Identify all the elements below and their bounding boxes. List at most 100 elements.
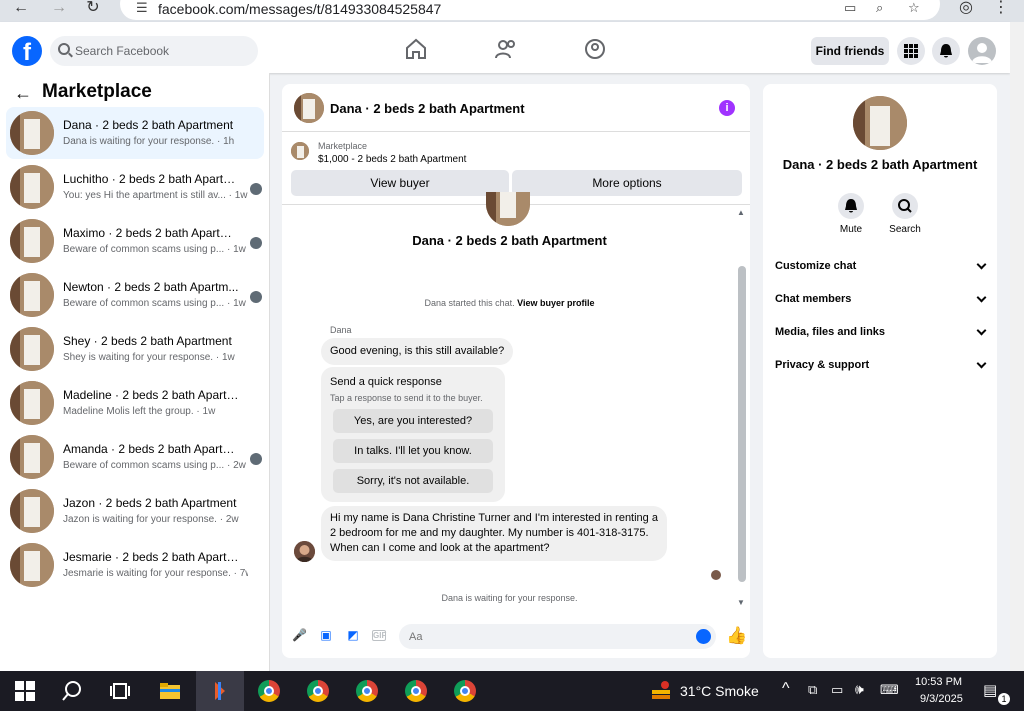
message-composer: 🎤 ▣ ◩ GIF 👍 xyxy=(282,614,750,658)
microphone-icon[interactable]: 🎤 xyxy=(292,628,307,642)
taskbar-search-icon[interactable] xyxy=(61,680,83,702)
file-explorer-icon[interactable] xyxy=(159,680,181,702)
mute-label: Mute xyxy=(839,224,863,235)
home-icon[interactable] xyxy=(404,38,428,60)
quick-reply-button[interactable]: In talks. I'll let you know. xyxy=(333,439,493,463)
message-input[interactable] xyxy=(399,624,716,649)
conversation-name: Amanda · 2 beds 2 bath Apartm... xyxy=(63,442,239,456)
conversation-item[interactable]: Amanda · 2 beds 2 bath Apartm... Beware o… xyxy=(6,431,264,483)
friends-icon[interactable] xyxy=(494,38,518,60)
search-icon xyxy=(58,43,70,55)
chat-members-row[interactable]: Chat members xyxy=(775,291,987,311)
conversation-item[interactable]: Shey · 2 beds 2 bath Apartment Shey is wa… xyxy=(6,323,264,375)
message-text: Hi my name is Dana Christine Turner and … xyxy=(330,512,658,554)
account-avatar[interactable] xyxy=(968,37,996,65)
meet-now-icon[interactable]: ⧉ xyxy=(808,682,817,698)
like-icon[interactable]: 👍 xyxy=(726,627,747,645)
search-label: Search xyxy=(889,224,921,235)
quick-reply-button[interactable]: Sorry, it's not available. xyxy=(333,469,493,493)
conversation-preview: Beware of common scams using p... · 1w xyxy=(63,244,246,255)
find-friends-button[interactable]: Find friends xyxy=(811,37,889,65)
info-icon[interactable]: i xyxy=(719,100,735,116)
chevron-up-icon[interactable]: ^ xyxy=(782,680,790,698)
search-input[interactable]: Search Facebook xyxy=(75,44,169,58)
privacy-support-row[interactable]: Privacy & support xyxy=(775,357,987,377)
notification-center-icon[interactable]: ▤ xyxy=(983,681,997,699)
chrome-icon[interactable] xyxy=(307,680,329,702)
chrome-icon[interactable] xyxy=(454,680,476,702)
mute-bell-icon[interactable] xyxy=(838,193,864,219)
message-bubble: Hi my name is Dana Christine Turner and … xyxy=(321,506,667,561)
row-label: Customize chat xyxy=(775,260,857,272)
emoji-icon[interactable] xyxy=(696,629,711,644)
clock-time[interactable]: 10:53 PM xyxy=(915,676,962,688)
clock-date[interactable]: 9/3/2025 xyxy=(920,693,963,705)
conversation-item[interactable]: Jazon · 2 beds 2 bath Apartment Jazon is … xyxy=(6,485,264,537)
groups-icon[interactable] xyxy=(583,38,607,60)
media-files-row[interactable]: Media, files and links xyxy=(775,324,987,344)
details-name: Dana · 2 beds 2 bath Apartment xyxy=(782,157,978,172)
chrome-icon[interactable] xyxy=(405,680,427,702)
conversation-avatar xyxy=(10,219,54,263)
customize-chat-row[interactable]: Customize chat xyxy=(775,258,987,278)
back-icon[interactable]: ← xyxy=(10,0,32,18)
scroll-down-arrow[interactable]: ▼ xyxy=(737,598,745,607)
conversation-item[interactable]: Dana · 2 beds 2 bath Apartment Dana is wa… xyxy=(6,107,264,159)
app-icon[interactable] xyxy=(209,680,231,702)
keyboard-icon[interactable]: ⌨ xyxy=(880,682,899,698)
url-text: facebook.com/messages/t/814933084525847 xyxy=(158,1,442,17)
listing-title[interactable]: $1,000 - 2 beds 2 bath Apartment xyxy=(318,154,466,165)
network-icon[interactable]: ▭ xyxy=(831,682,843,698)
view-buyer-profile-link[interactable]: View buyer profile xyxy=(517,298,594,308)
zoom-icon[interactable]: ⌕ xyxy=(876,0,883,16)
more-options-button[interactable]: More options xyxy=(512,170,742,196)
chevron-down-icon xyxy=(976,325,987,336)
task-view-icon[interactable] xyxy=(109,680,131,702)
conversation-item[interactable]: Madeline · 2 beds 2 bath Apartment Madeli… xyxy=(6,377,264,429)
notifications-bell-icon[interactable] xyxy=(932,37,960,65)
facebook-logo[interactable]: f xyxy=(12,36,42,66)
browser-menu-icon[interactable]: ⋮ xyxy=(990,0,1012,18)
sender-avatar[interactable] xyxy=(294,541,315,562)
menu-grid-icon[interactable] xyxy=(897,37,925,65)
windows-start-icon[interactable] xyxy=(14,680,36,702)
conversation-item[interactable]: Luchitho · 2 beds 2 bath Apartm... You: y… xyxy=(6,161,264,213)
weather-text[interactable]: 31°C Smoke xyxy=(680,683,759,699)
quick-reply-button[interactable]: Yes, are you interested? xyxy=(333,409,493,433)
conversation-item[interactable]: Newton · 2 beds 2 bath Apartm... Beware o… xyxy=(6,269,264,321)
gallery-icon[interactable]: ▣ xyxy=(319,628,333,642)
conversation-preview: Jesmarie is waiting for your response. ·… xyxy=(63,568,248,579)
profile-icon[interactable]: ◎ xyxy=(955,0,977,18)
conversation-name: Shey · 2 beds 2 bath Apartment xyxy=(63,334,232,348)
chat-scrollbar[interactable] xyxy=(738,266,746,582)
weather-icon[interactable] xyxy=(650,680,672,702)
conversation-title: Dana · 2 beds 2 bath Apartment xyxy=(412,233,607,248)
sidebar-title: Marketplace xyxy=(42,81,152,102)
chat-title[interactable]: Dana · 2 beds 2 bath Apartment xyxy=(330,101,525,116)
sticker-icon[interactable]: ◩ xyxy=(346,628,360,642)
search-conversation-icon[interactable] xyxy=(892,193,918,219)
install-icon[interactable]: ▭ xyxy=(844,0,856,16)
chrome-icon[interactable] xyxy=(356,680,378,702)
forward-icon[interactable]: → xyxy=(48,0,70,18)
conversation-item[interactable]: Jesmarie · 2 beds 2 bath Apartment Jesmar… xyxy=(6,539,264,591)
reload-icon[interactable]: ↻ xyxy=(82,0,104,18)
search-box[interactable]: Search Facebook xyxy=(50,36,258,66)
chevron-down-icon xyxy=(976,259,987,270)
gif-icon[interactable]: GIF xyxy=(372,630,386,641)
bookmark-star-icon[interactable]: ☆ xyxy=(908,0,920,16)
site-settings-icon[interactable]: ☰ xyxy=(136,0,148,16)
address-bar[interactable]: ☰ facebook.com/messages/t/81493308452584… xyxy=(120,0,940,20)
row-label: Chat members xyxy=(775,293,852,305)
view-buyer-button[interactable]: View buyer xyxy=(291,170,509,196)
conversation-avatar xyxy=(10,273,54,317)
chat-avatar[interactable] xyxy=(294,93,324,123)
page-scrollbar[interactable] xyxy=(1010,22,1024,671)
volume-icon[interactable]: 🕪 xyxy=(855,681,864,698)
conversation-item[interactable]: Maximo · 2 beds 2 bath Apartm... Beware o… xyxy=(6,215,264,267)
back-arrow-icon[interactable]: ← xyxy=(14,83,32,104)
scroll-up-arrow[interactable]: ▲ xyxy=(737,208,745,217)
windows-taskbar: 31°C Smoke ^ ⧉ ▭ 🕪 ⌨ 10:53 PM 9/3/2025 ▤… xyxy=(0,671,1024,711)
details-avatar[interactable] xyxy=(853,96,907,150)
chrome-icon[interactable] xyxy=(258,680,280,702)
